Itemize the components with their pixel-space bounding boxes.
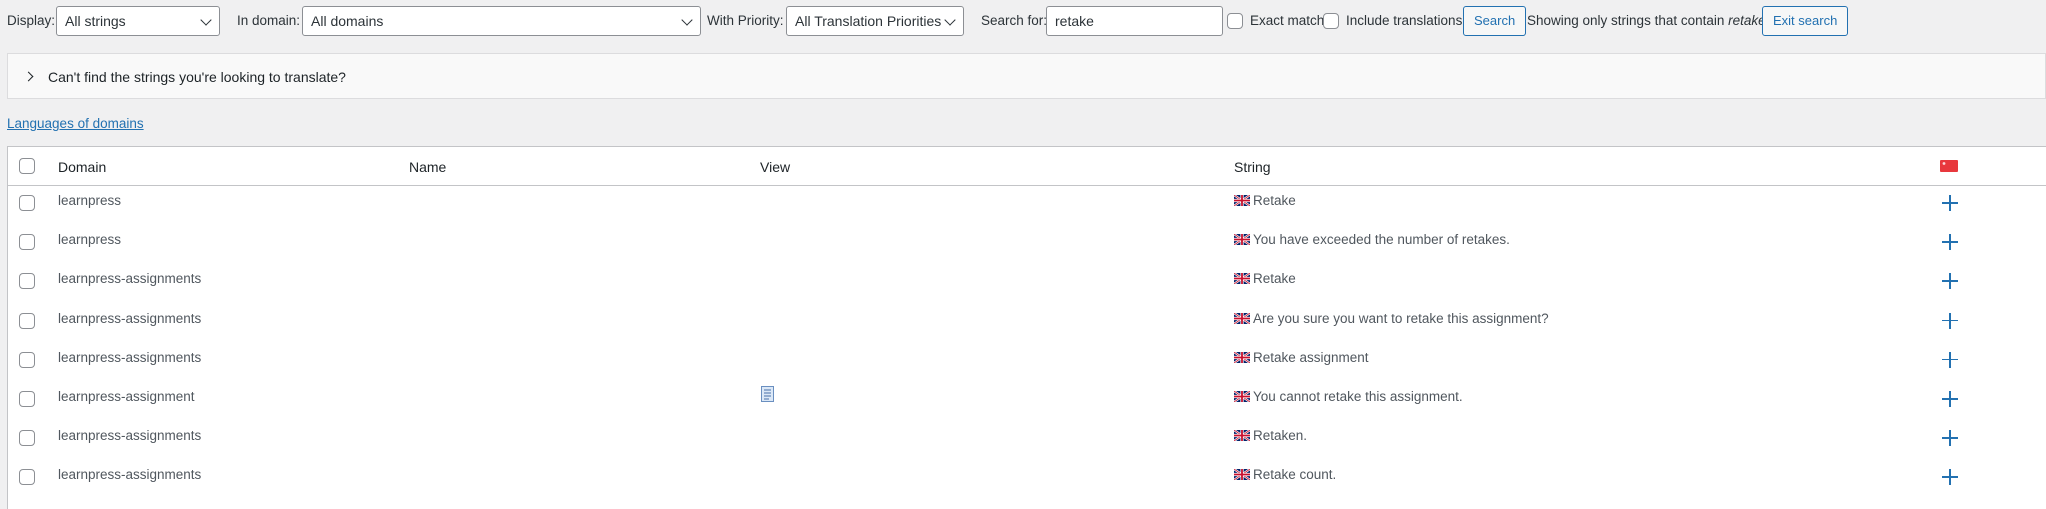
row-domain: learnpress-assignments	[58, 467, 202, 483]
row-string[interactable]: Retaken.	[1234, 428, 1307, 443]
search-input[interactable]: retake	[1046, 6, 1223, 36]
add-translation-icon[interactable]	[1942, 234, 1958, 251]
search-input-value: retake	[1055, 13, 1094, 29]
languages-of-domains-link[interactable]: Languages of domains	[7, 116, 144, 131]
table-row: learnpress-assignments Are you sure you w…	[8, 301, 2046, 340]
table-row: learnpress-assignments Retaken.	[8, 418, 2046, 457]
row-domain: learnpress-assignments	[58, 349, 202, 365]
table-row: learnpress Retake	[8, 183, 2046, 222]
domain-select-value: All domains	[311, 13, 384, 29]
table-row: learnpress-assignments Retake assignment	[8, 340, 2046, 379]
row-domain: learnpress-assignments	[58, 310, 202, 326]
row-string-text: You cannot retake this assignment.	[1253, 389, 1463, 404]
source-language-flag-icon	[1234, 428, 1253, 443]
domain-select[interactable]: All domains	[302, 6, 701, 36]
table-row: learnpress-assignments Retake	[8, 261, 2046, 300]
row-string[interactable]: Retake assignment	[1234, 350, 1369, 365]
row-domain: learnpress	[58, 193, 122, 208]
display-select-value: All strings	[65, 13, 126, 29]
add-translation-icon[interactable]	[1942, 312, 1958, 329]
include-translations-label: Include translations	[1346, 13, 1463, 28]
row-string-text: Retaken.	[1253, 428, 1308, 444]
row-checkbox[interactable]	[19, 195, 35, 211]
source-language-flag-icon	[1234, 350, 1253, 365]
add-translation-icon[interactable]	[1942, 195, 1958, 211]
display-select[interactable]: All strings	[56, 6, 220, 36]
row-string-text: Retake count.	[1253, 467, 1337, 483]
showing-only-text: Showing only strings that contain retake	[1527, 13, 1766, 28]
exit-search-button[interactable]: Exit search	[1762, 6, 1849, 36]
column-name[interactable]: Name	[409, 159, 446, 175]
row-string-text: Retake	[1253, 193, 1296, 208]
chevron-right-icon	[23, 71, 34, 82]
chevron-down-icon	[681, 14, 693, 26]
priority-label: With Priority:	[707, 13, 784, 28]
row-string[interactable]: You cannot retake this assignment.	[1234, 389, 1463, 404]
chevron-down-icon	[944, 14, 956, 26]
source-language-flag-icon	[1234, 467, 1253, 482]
row-string-text: Retake assignment	[1253, 349, 1369, 365]
showing-prefix: Showing only strings that contain	[1527, 13, 1725, 28]
row-checkbox[interactable]	[19, 312, 35, 329]
strings-table: Domain Name View String learnpress Retake…	[7, 146, 2046, 509]
row-domain: learnpress-assignments	[58, 428, 202, 444]
row-string-text: You have exceeded the number of retakes.	[1253, 232, 1510, 248]
source-language-flag-icon	[1234, 232, 1253, 247]
row-domain: learnpress-assignments	[58, 271, 202, 287]
row-string[interactable]: Retake	[1234, 271, 1296, 286]
filter-bar: Display: All strings In domain: All doma…	[0, 0, 2046, 42]
row-checkbox[interactable]	[19, 391, 35, 407]
showing-term: retake	[1728, 13, 1766, 28]
display-label: Display:	[7, 13, 56, 28]
exact-match-label: Exact match	[1250, 13, 1325, 28]
chevron-down-icon	[200, 14, 212, 26]
help-text: Can't find the strings you're looking to…	[48, 69, 346, 85]
row-string[interactable]: Retake	[1234, 193, 1296, 208]
missing-strings-help[interactable]: Can't find the strings you're looking to…	[7, 53, 2046, 99]
add-translation-icon[interactable]	[1942, 273, 1958, 290]
select-all-checkbox[interactable]	[19, 158, 35, 174]
target-language-flag-icon	[1940, 160, 1958, 172]
search-button[interactable]: Search	[1463, 6, 1527, 36]
row-string[interactable]: You have exceeded the number of retakes.	[1234, 232, 1510, 247]
view-document-icon[interactable]	[761, 386, 774, 402]
add-translation-icon[interactable]	[1942, 391, 1958, 407]
source-language-flag-icon	[1234, 389, 1253, 404]
row-string[interactable]: Are you sure you want to retake this ass…	[1234, 311, 1549, 326]
table-header: Domain Name View String	[8, 147, 2046, 186]
add-translation-icon[interactable]	[1942, 430, 1958, 447]
row-string-text: Retake	[1253, 271, 1296, 287]
column-string[interactable]: String	[1234, 159, 1271, 175]
table-row: learnpress-assignment You cannot retake t…	[8, 379, 2046, 418]
row-string[interactable]: Retake count.	[1234, 467, 1336, 482]
row-domain: learnpress	[58, 232, 122, 248]
source-language-flag-icon	[1234, 193, 1253, 208]
row-string-text: Are you sure you want to retake this ass…	[1253, 310, 1549, 326]
priority-select-value: All Translation Priorities	[795, 13, 942, 29]
add-translation-icon[interactable]	[1942, 351, 1958, 368]
add-translation-icon[interactable]	[1942, 469, 1958, 486]
source-language-flag-icon	[1234, 311, 1253, 326]
search-label: Search for:	[981, 13, 1048, 28]
row-checkbox[interactable]	[19, 273, 35, 290]
domain-label: In domain:	[237, 13, 301, 28]
row-domain: learnpress-assignment	[58, 389, 195, 404]
include-translations-checkbox[interactable]	[1323, 13, 1339, 29]
priority-select[interactable]: All Translation Priorities	[786, 6, 964, 36]
source-language-flag-icon	[1234, 271, 1253, 286]
table-row: learnpress-assignments Retake count.	[8, 457, 2046, 496]
column-view: View	[760, 159, 791, 175]
exact-match-checkbox[interactable]	[1227, 13, 1243, 29]
table-row: learnpress You have exceeded the number o…	[8, 222, 2046, 261]
row-checkbox[interactable]	[19, 430, 35, 447]
row-checkbox[interactable]	[19, 351, 35, 368]
column-domain[interactable]: Domain	[58, 159, 106, 175]
row-checkbox[interactable]	[19, 234, 35, 251]
row-checkbox[interactable]	[19, 469, 35, 486]
